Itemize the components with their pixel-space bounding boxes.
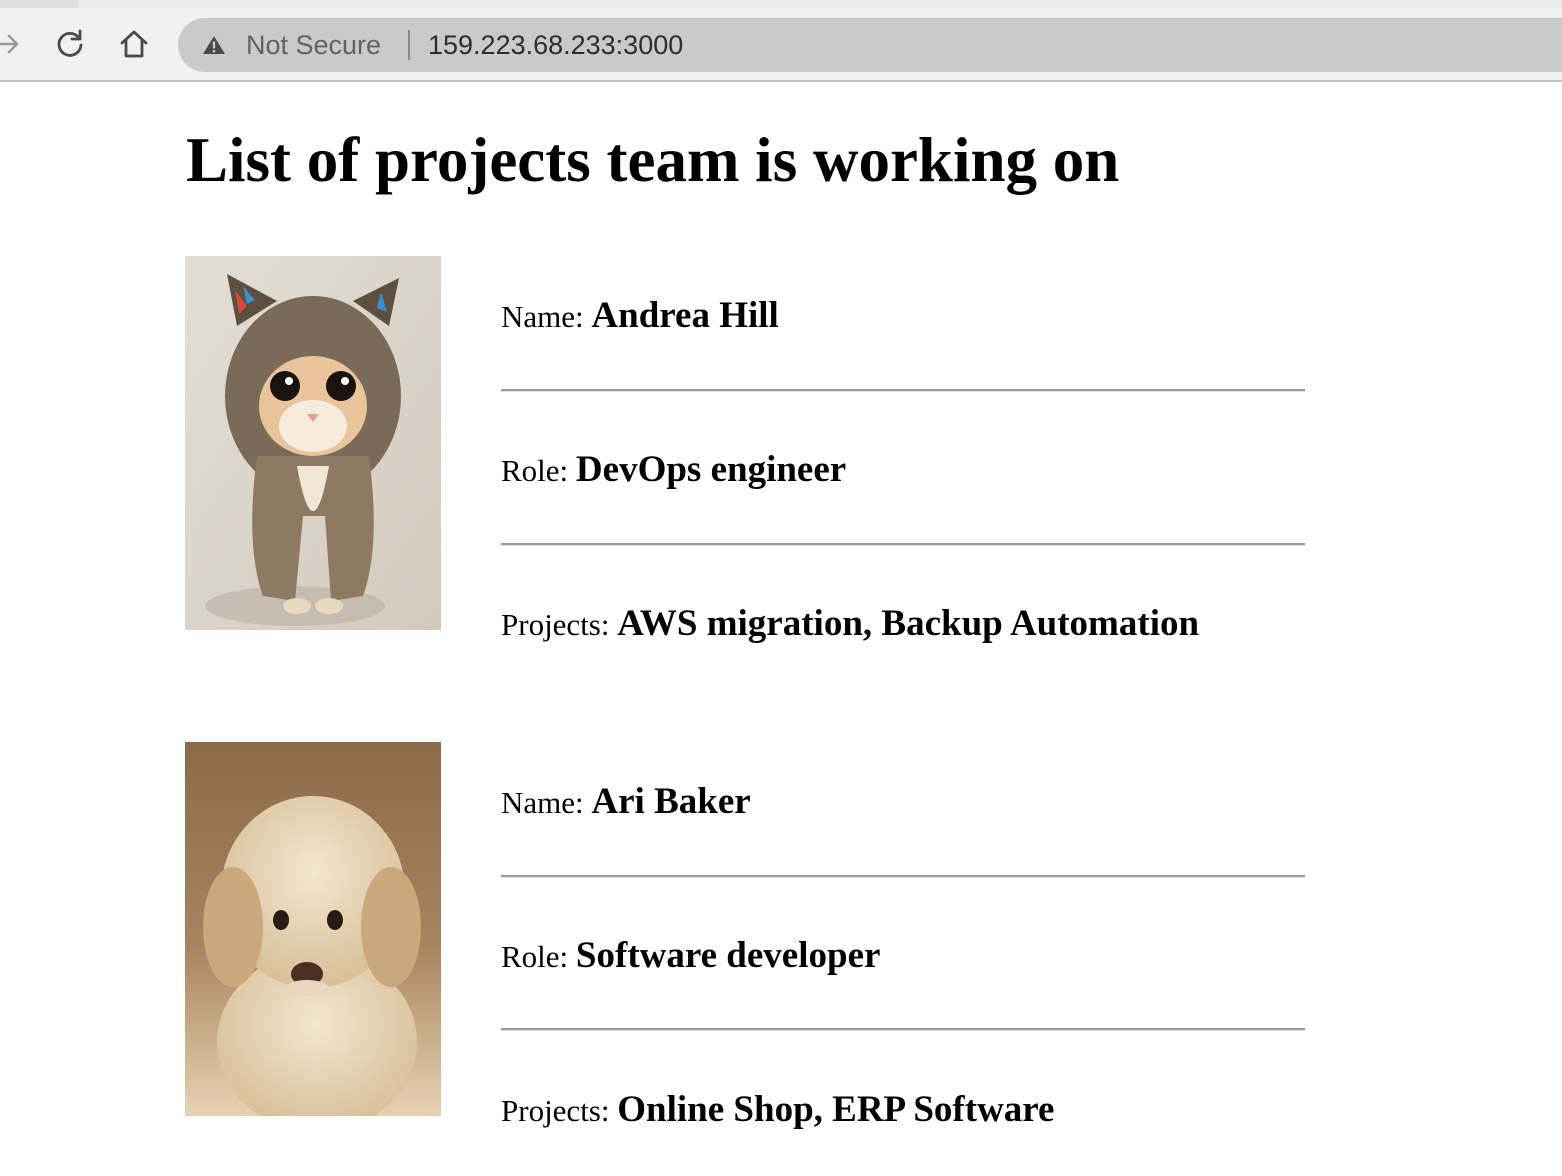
address-divider <box>408 30 410 60</box>
member-role-field: Role: DevOps engineer <box>501 450 846 491</box>
member-name-field: Name: Andrea Hill <box>501 296 779 337</box>
member-photo <box>185 256 441 630</box>
divider <box>501 875 1305 878</box>
address-bar[interactable]: Not Secure 159.223.68.233:3000 <box>178 18 1562 72</box>
name-label: Name: <box>501 785 584 820</box>
member-role: Software developer <box>575 935 881 976</box>
projects-label: Projects: <box>501 1093 610 1128</box>
member-name-field: Name: Ari Baker <box>501 782 751 823</box>
member-projects-field: Projects: AWS migration, Backup Automati… <box>501 604 1199 645</box>
divider <box>501 543 1305 546</box>
team-member-card: Name: Ari Baker Role: Software developer… <box>185 742 1365 1162</box>
tab-strip <box>0 0 1562 9</box>
page-title: List of projects team is working on <box>186 125 1120 195</box>
not-secure-label[interactable]: Not Secure <box>246 31 381 59</box>
reload-icon <box>57 29 83 57</box>
member-name: Ari Baker <box>591 781 751 822</box>
home-button[interactable] <box>116 26 152 62</box>
member-projects-field: Projects: Online Shop, ERP Software <box>501 1090 1054 1131</box>
arrow-right-icon <box>0 34 19 54</box>
member-role: DevOps engineer <box>575 449 847 490</box>
divider <box>501 1028 1305 1031</box>
member-projects: AWS migration, Backup Automation <box>617 603 1200 644</box>
member-name: Andrea Hill <box>591 295 779 336</box>
member-photo <box>185 742 441 1116</box>
projects-label: Projects: <box>501 607 610 642</box>
warning-icon[interactable] <box>202 35 226 55</box>
role-label: Role: <box>501 939 569 974</box>
member-role-field: Role: Software developer <box>501 936 880 977</box>
browser-toolbar: Not Secure 159.223.68.233:3000 <box>0 8 1562 82</box>
team-member-card: Name: Andrea Hill Role: DevOps engineer … <box>185 256 1365 656</box>
role-label: Role: <box>501 453 569 488</box>
url-text[interactable]: 159.223.68.233:3000 <box>428 31 683 59</box>
kitten-photo <box>185 256 441 630</box>
divider <box>501 389 1305 392</box>
puppy-photo <box>185 742 441 1116</box>
home-icon <box>120 30 148 58</box>
member-projects: Online Shop, ERP Software <box>617 1089 1055 1130</box>
forward-button[interactable] <box>0 26 26 62</box>
reload-button[interactable] <box>52 26 88 62</box>
name-label: Name: <box>501 299 584 334</box>
